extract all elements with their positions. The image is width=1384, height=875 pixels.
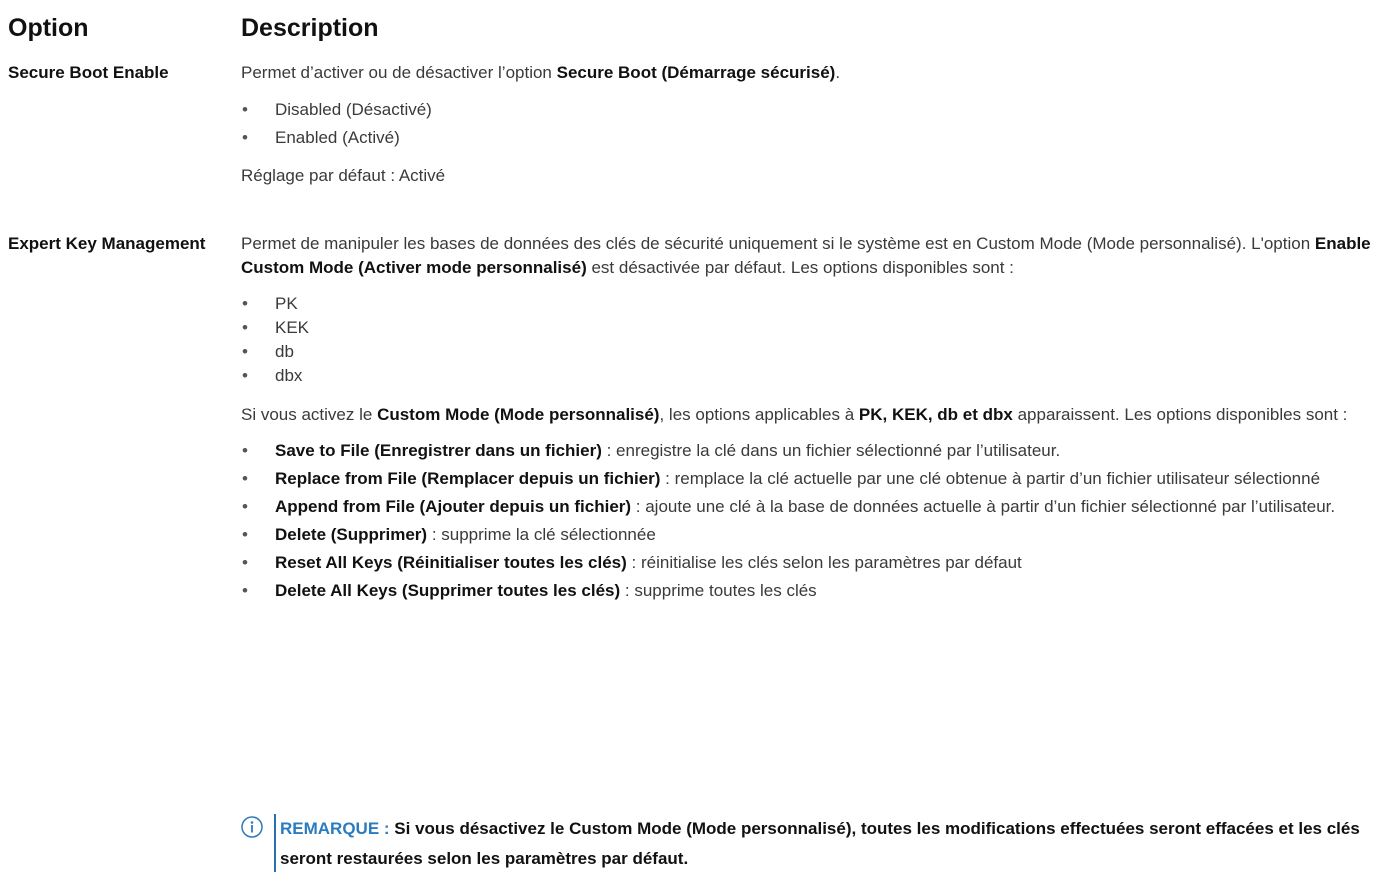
list-item-text: dbx (275, 366, 303, 385)
bullet-icon: • (242, 318, 248, 337)
column-header-description: Description (241, 14, 379, 42)
action-label: Delete All Keys (Supprimer toutes les cl… (275, 581, 621, 600)
action-text: : enregistre la clé dans un fichier séle… (601, 441, 1061, 460)
list-item: • Replace from File (Remplacer depuis un … (241, 467, 1376, 491)
custom-pre: Si vous activez le (241, 405, 378, 424)
default-setting-text: Réglage par défaut : Activé (241, 166, 446, 185)
intro-bold: Secure Boot (Démarrage sécurisé) (556, 63, 836, 82)
list-item: • Disabled (Désactivé) (241, 98, 1376, 122)
intro-post: . (835, 63, 841, 82)
info-icon (241, 816, 263, 838)
list-item: • Enabled (Activé) (241, 126, 1376, 150)
bullet-icon: • (242, 441, 248, 460)
action-text: : ajoute une clé à la base de données ac… (631, 497, 1336, 516)
note-body: Si vous désactivez le Custom Mode (Mode … (280, 819, 1360, 868)
action-text: : supprime toutes les clés (620, 581, 817, 600)
list-item: • Delete (Supprimer) : supprime la clé sé… (241, 523, 1376, 547)
secure-boot-options-list: • Disabled (Désactivé) • Enabled (Activé) (241, 98, 1376, 150)
bullet-icon: • (242, 469, 248, 488)
note-accent-bar (274, 814, 276, 872)
column-header-option: Option (8, 14, 89, 42)
option-name-secure-boot-enable: Secure Boot Enable (8, 63, 169, 82)
note-label: REMARQUE : (280, 819, 395, 838)
bullet-icon: • (242, 294, 248, 313)
list-item-text: Disabled (Désactivé) (275, 100, 432, 119)
intro-text: Permet de manipuler les bases de données… (241, 232, 1376, 280)
bullet-icon: • (242, 128, 248, 147)
action-text: : remplace la clé actuelle par une clé o… (660, 469, 1321, 488)
list-item: • db (241, 340, 1376, 364)
list-item: • Delete All Keys (Supprimer toutes les c… (241, 579, 1376, 603)
list-item-text: KEK (275, 318, 310, 337)
intro-pre: Permet d’activer ou de désactiver l’opti… (241, 63, 557, 82)
bullet-icon: • (242, 553, 248, 572)
bullet-icon: • (242, 100, 248, 119)
bullet-icon: • (242, 581, 248, 600)
description-secure-boot-enable: Permet d’activer ou de désactiver l’opti… (241, 61, 1376, 188)
bullet-icon: • (242, 342, 248, 361)
list-item: • dbx (241, 364, 1376, 388)
action-label: Replace from File (Remplacer depuis un f… (275, 469, 661, 488)
action-text: : supprime la clé sélectionnée (427, 525, 656, 544)
intro-post: est désactivée par défaut. Les options d… (586, 258, 1014, 277)
note-box: REMARQUE : Si vous désactivez le Custom … (241, 814, 1376, 872)
document-page: Option Description Secure Boot Enable Pe… (0, 0, 1384, 875)
custom-bold-1: Custom Mode (Mode personnalisé) (377, 405, 660, 424)
key-database-list: • PK • KEK • db • dbx (241, 292, 1376, 388)
action-label: Reset All Keys (Réinitialiser toutes les… (275, 553, 627, 572)
list-item-text: PK (275, 294, 298, 313)
intro-text: Permet d’activer ou de désactiver l’opti… (241, 61, 1376, 85)
list-item: • PK (241, 292, 1376, 316)
list-item-text: Enabled (Activé) (275, 128, 400, 147)
custom-mode-text: Si vous activez le Custom Mode (Mode per… (241, 403, 1376, 427)
description-expert-key-management: Permet de manipuler les bases de données… (241, 232, 1376, 603)
bullet-icon: • (242, 525, 248, 544)
bullet-icon: • (242, 366, 248, 385)
action-label: Delete (Supprimer) (275, 525, 428, 544)
list-item: • KEK (241, 316, 1376, 340)
action-label: Append from File (Ajouter depuis un fich… (275, 497, 632, 516)
intro-pre: Permet de manipuler les bases de données… (241, 234, 1315, 253)
custom-post: apparaissent. Les options disponibles so… (1012, 405, 1348, 424)
bullet-icon: • (242, 497, 248, 516)
option-name-expert-key-management: Expert Key Management (8, 234, 206, 253)
custom-bold-2: PK, KEK, db et dbx (858, 405, 1013, 424)
list-item-text: db (275, 342, 294, 361)
action-text: : réinitialise les clés selon les paramè… (626, 553, 1022, 572)
list-item: • Append from File (Ajouter depuis un fic… (241, 495, 1376, 519)
list-item: • Save to File (Enregistrer dans un fichi… (241, 439, 1376, 463)
action-label: Save to File (Enregistrer dans un fichie… (275, 441, 602, 460)
key-actions-list: • Save to File (Enregistrer dans un fichi… (241, 439, 1376, 603)
note-text: REMARQUE : Si vous désactivez le Custom … (280, 814, 1376, 874)
custom-mid: , les options applicables à (659, 405, 859, 424)
list-item: • Reset All Keys (Réinitialiser toutes le… (241, 551, 1376, 575)
